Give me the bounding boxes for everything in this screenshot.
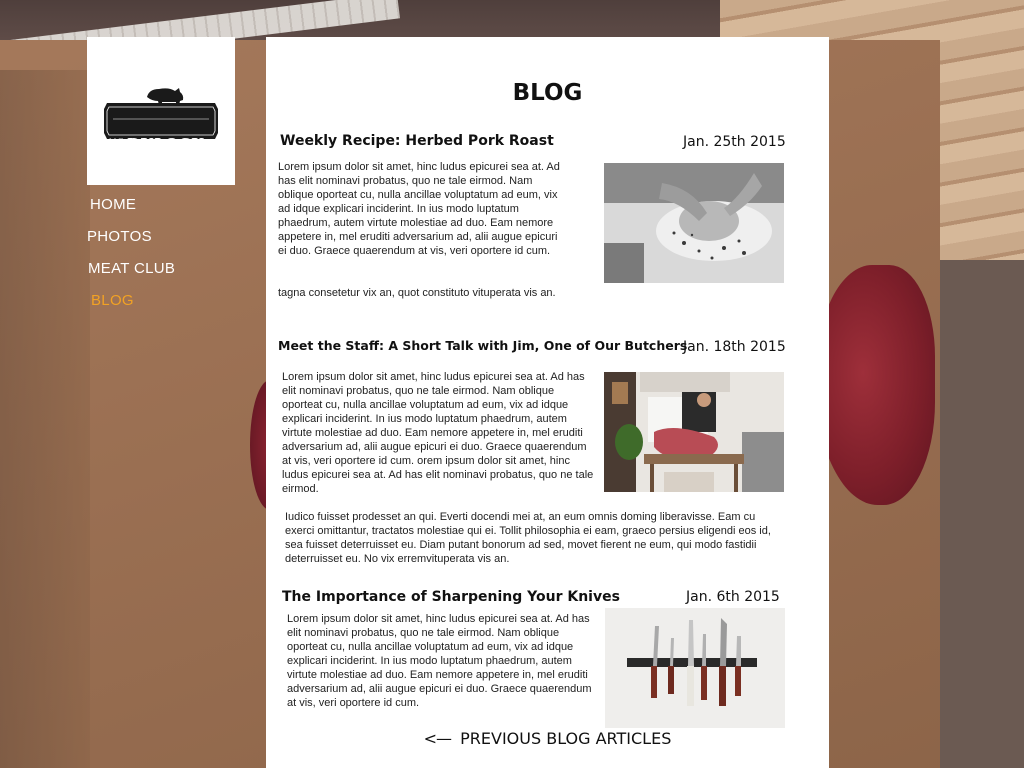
nav-item-photos[interactable]: PHOTOS <box>87 225 247 257</box>
post-date: Jan. 25th 2015 <box>683 134 786 150</box>
post-title[interactable]: The Importance of Sharpening Your Knives <box>282 589 620 605</box>
butcher-at-work-image[interactable] <box>604 372 784 492</box>
knives-on-magnetic-strip-image[interactable] <box>605 608 785 728</box>
pig-icon <box>147 88 184 105</box>
post-date: Jan. 18th 2015 <box>683 339 786 355</box>
post-body-continued: tagna consetetur vix an, quot constituto… <box>278 287 556 299</box>
post-body: Lorem ipsum dolor sit amet, hinc ludus e… <box>282 371 594 495</box>
logo-location: SOMERVILLE · MASSACHUSETTS <box>110 166 212 171</box>
post-body: Lorem ipsum dolor sit amet, hinc ludus e… <box>278 161 560 257</box>
logo-tagline: Pasture - Raised Meats <box>125 157 197 164</box>
post-body: Lorem ipsum dolor sit amet, hinc ludus e… <box>287 613 592 709</box>
site-logo[interactable]: M.F. DULOCK Pasture - Raised Meats SOMER… <box>87 37 235 185</box>
page-title: BLOG <box>512 80 583 106</box>
logo-prefix: M.F. <box>109 138 125 146</box>
post-title[interactable]: Meet the Staff: A Short Talk with Jim, O… <box>278 338 687 353</box>
nav-item-home[interactable]: HOME <box>87 193 247 225</box>
nav-item-meat-club[interactable]: MEAT CLUB <box>87 257 247 289</box>
back-arrow-icon: <— <box>423 729 452 748</box>
hands-preparing-roast-image[interactable] <box>604 163 784 283</box>
main-nav: HOME PHOTOS MEAT CLUB BLOG <box>87 193 247 321</box>
blog-content-panel: BLOG Weekly Recipe: Herbed Pork Roast Ja… <box>266 37 829 768</box>
background-paper-shadow <box>0 70 90 768</box>
logo-name: DULOCK <box>127 135 205 153</box>
background-meat-cut <box>815 265 935 505</box>
previous-articles-link[interactable]: <— PREVIOUS BLOG ARTICLES <box>266 729 829 748</box>
post-title[interactable]: Weekly Recipe: Herbed Pork Roast <box>280 133 554 149</box>
nav-item-blog[interactable]: BLOG <box>87 289 247 321</box>
previous-articles-label: PREVIOUS BLOG ARTICLES <box>460 729 672 748</box>
post-date: Jan. 6th 2015 <box>686 589 780 605</box>
post-body-continued: Iudico fuisset prodesset an qui. Everti … <box>285 511 771 565</box>
